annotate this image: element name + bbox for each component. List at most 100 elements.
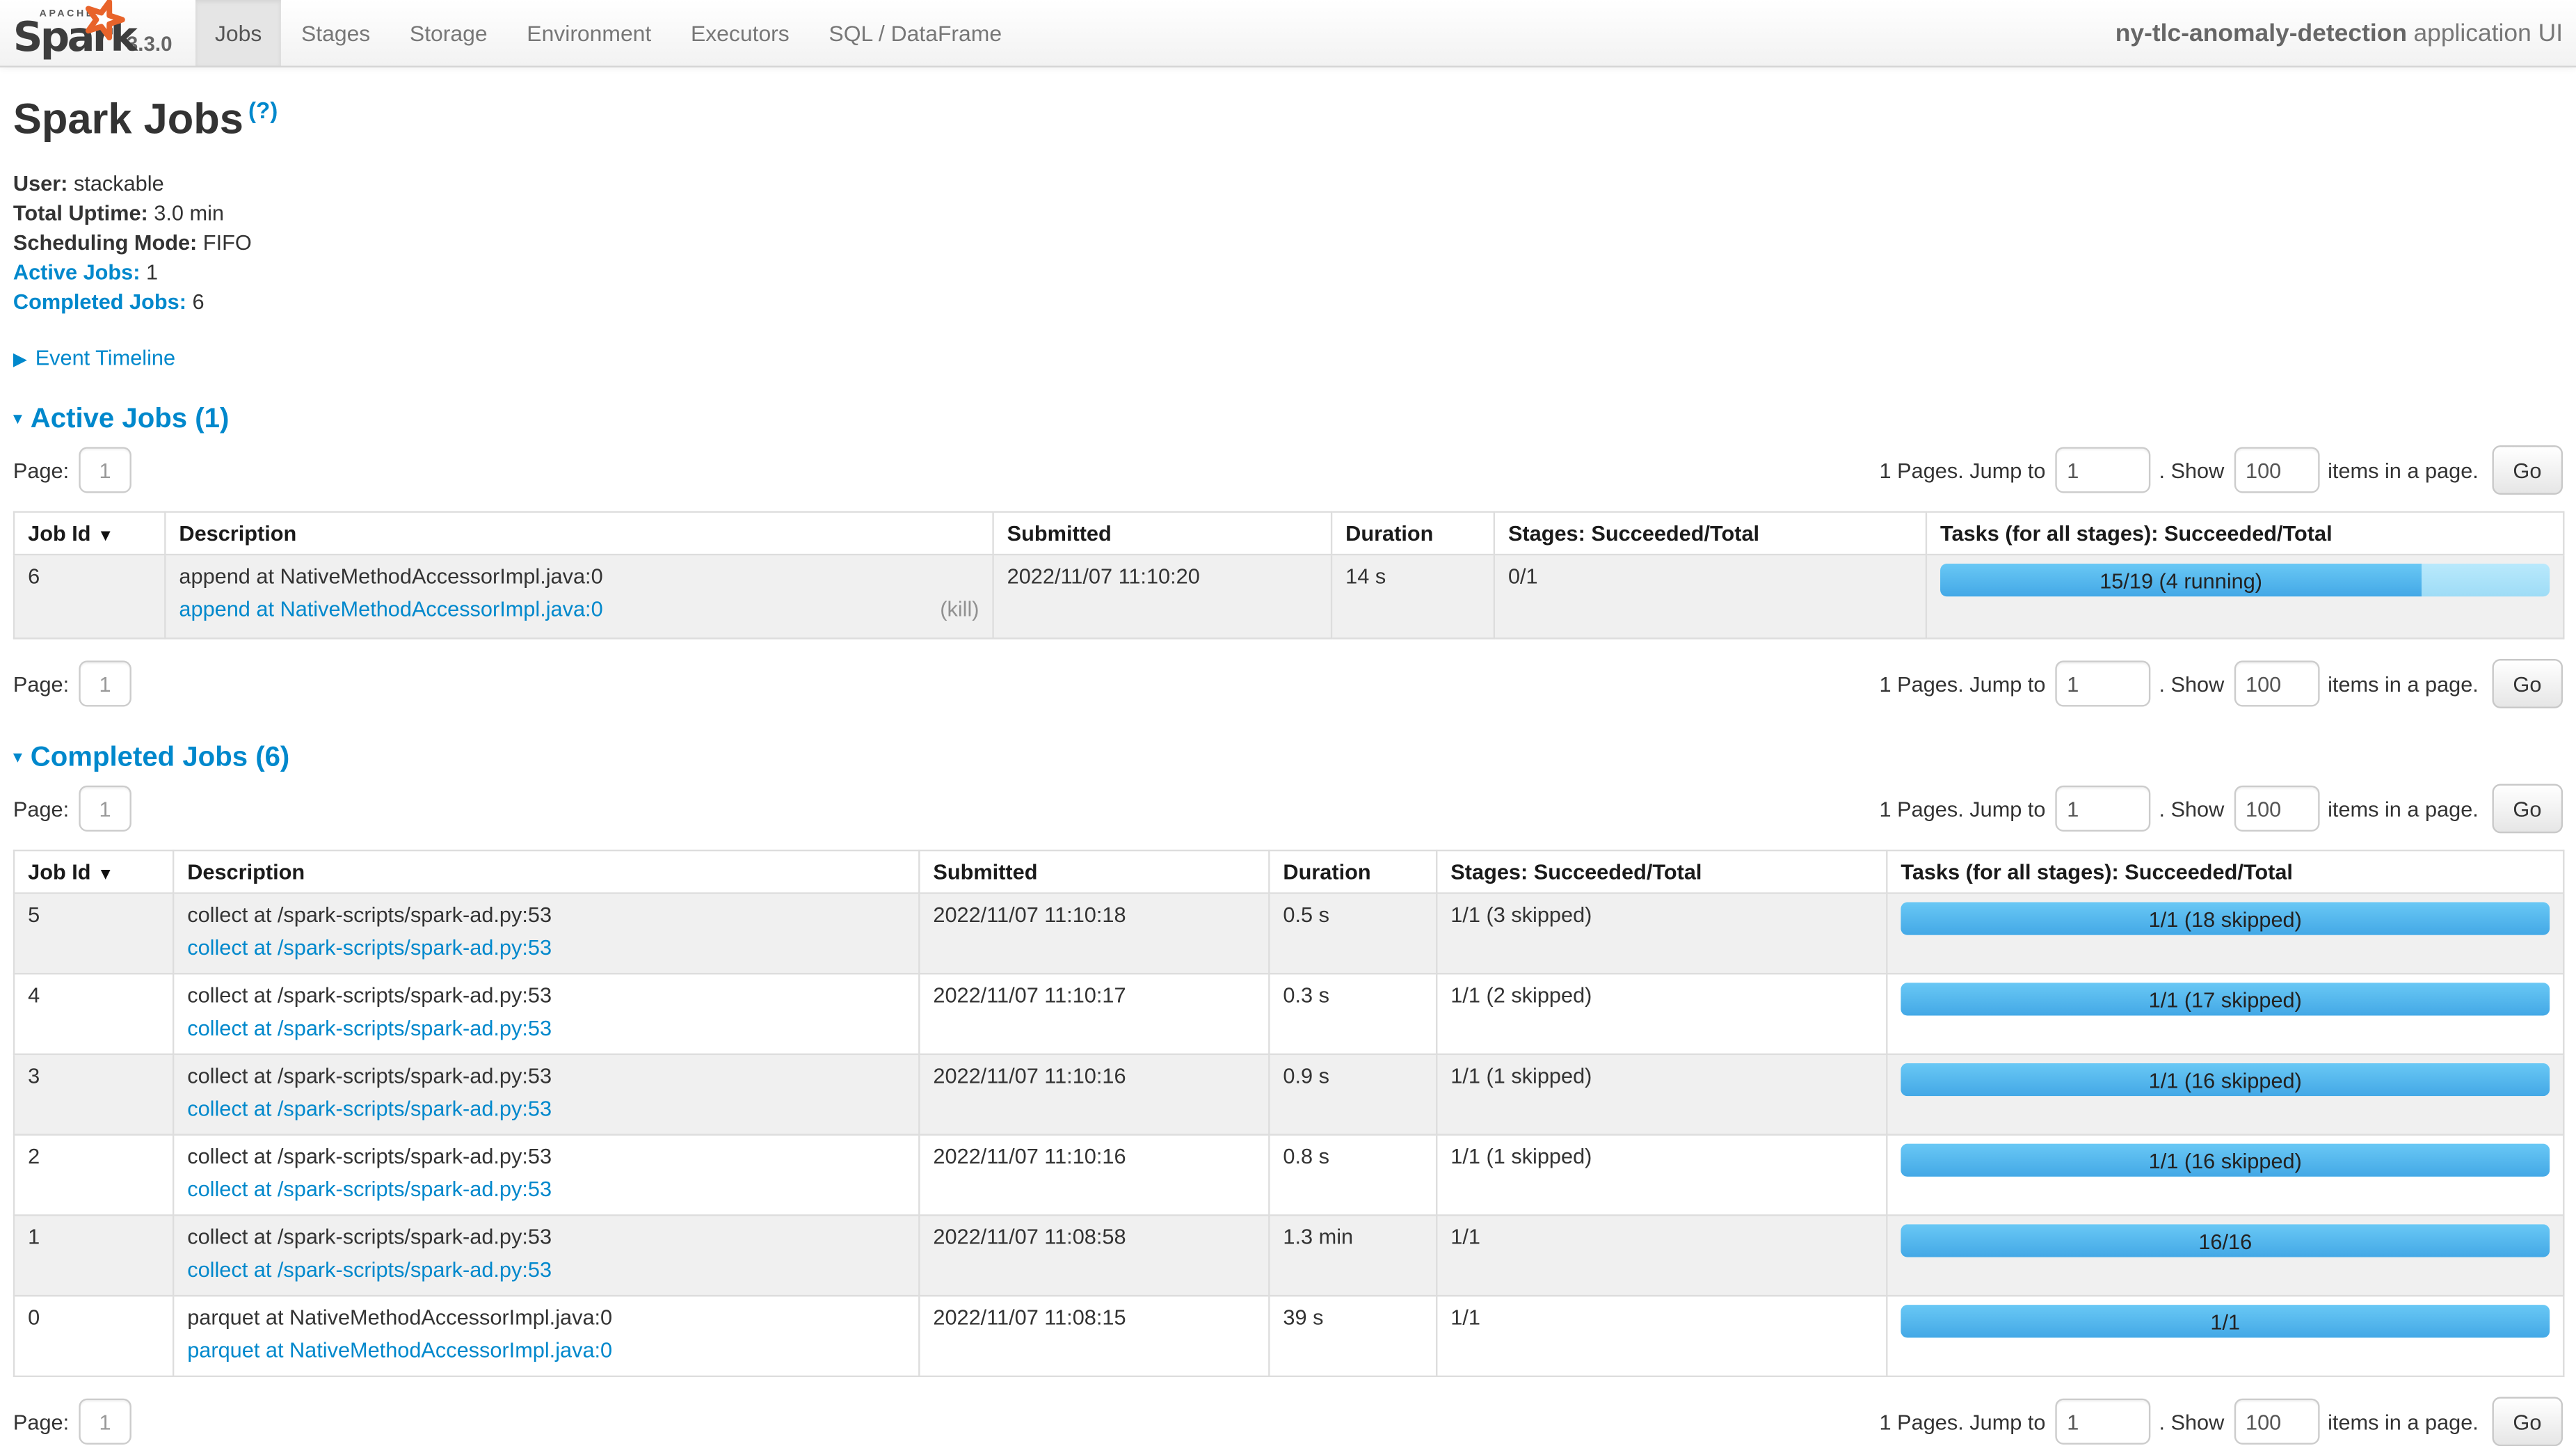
pagination-completed-bottom: Page: 1 Pages. Jump to. Showitems in a pa… (13, 1397, 2563, 1446)
page-number-input[interactable] (79, 786, 131, 832)
show-items-input[interactable] (2234, 1399, 2319, 1445)
tab-jobs[interactable]: Jobs (195, 0, 282, 65)
job-row: 4 collect at /spark-scripts/spark-ad.py:5… (14, 974, 2563, 1054)
tasks-progress-bar: 1/1 (18 skipped) (1901, 903, 2550, 935)
summary-value: 6 (186, 288, 205, 312)
items-in-page-text: items in a page. (2328, 796, 2479, 820)
collapse-down-icon: ▾ (13, 748, 22, 768)
job-description-text: collect at /spark-scripts/spark-ad.py:53 (187, 1144, 905, 1168)
summary-label: User: (13, 170, 68, 194)
show-items-input[interactable] (2234, 786, 2319, 832)
column-header-stages[interactable]: Stages: Succeeded/Total (1437, 850, 1887, 893)
stages-cell: 1/1 (1 skipped) (1437, 1135, 1887, 1216)
job-description-text: append at NativeMethodAccessorImpl.java:… (179, 564, 979, 588)
column-header-job-id[interactable]: Job Id▼ (14, 850, 173, 893)
duration-cell: 0.8 s (1269, 1135, 1437, 1216)
pagination-completed-top: Page:1 Pages. Jump to. Showitems in a pa… (13, 784, 2563, 833)
tab-executors[interactable]: Executors (671, 0, 809, 65)
show-text: . Show (2159, 1409, 2224, 1433)
tab-environment[interactable]: Environment (507, 0, 671, 65)
duration-cell: 0.9 s (1269, 1054, 1437, 1135)
column-header-duration[interactable]: Duration (1331, 512, 1494, 555)
page-control: Page: (13, 660, 131, 706)
column-header-stages[interactable]: Stages: Succeeded/Total (1494, 512, 1926, 555)
job-detail-link[interactable]: collect at /spark-scripts/spark-ad.py:53 (187, 935, 552, 960)
stages-cell: 1/1 (1 skipped) (1437, 1054, 1887, 1135)
tasks-progress-cell: 15/19 (4 running) (1926, 555, 2563, 638)
kill-job-link[interactable]: (kill) (940, 596, 979, 621)
tasks-progress-fill: 1/1 (17 skipped) (1901, 983, 2550, 1015)
jump-to-input[interactable] (2056, 447, 2151, 493)
pages-count-text: 1 Pages. Jump to (1880, 796, 2046, 820)
duration-cell: 14 s (1331, 555, 1494, 638)
job-id-cell: 6 (14, 555, 165, 638)
job-detail-link[interactable]: collect at /spark-scripts/spark-ad.py:53 (187, 1096, 552, 1120)
column-header-submitted[interactable]: Submitted (919, 850, 1269, 893)
column-header-job-id[interactable]: Job Id▼ (14, 512, 165, 555)
job-id-cell: 2 (14, 1135, 173, 1216)
job-id-cell: 4 (14, 974, 173, 1054)
show-items-input[interactable] (2234, 447, 2319, 493)
tasks-progress-label: 1/1 (17 skipped) (2149, 987, 2302, 1011)
summary-label-link[interactable]: Completed Jobs: (13, 288, 186, 312)
tab-stages[interactable]: Stages (282, 0, 390, 65)
job-row: 5collect at /spark-scripts/spark-ad.py:5… (14, 893, 2563, 974)
job-detail-link[interactable]: append at NativeMethodAccessorImpl.java:… (179, 596, 602, 621)
submitted-cell: 2022/11/07 11:10:18 (919, 893, 1269, 974)
go-button[interactable]: Go (2492, 784, 2563, 833)
show-text: . Show (2159, 672, 2224, 696)
job-row: 2 collect at /spark-scripts/spark-ad.py:5… (14, 1135, 2563, 1216)
job-description-cell: append at NativeMethodAccessorImpl.java:… (165, 555, 993, 638)
tasks-progress-label: 16/16 (2198, 1228, 2252, 1253)
column-header-submitted[interactable]: Submitted (993, 512, 1331, 555)
page-jump-control: 1 Pages. Jump to. Showitems in a page.Go (1871, 784, 2563, 833)
summary-value: stackable (67, 170, 163, 194)
column-header-description[interactable]: Description (173, 850, 919, 893)
items-in-page-text: items in a page. (2328, 672, 2479, 696)
show-items-input[interactable] (2234, 660, 2319, 706)
pages-count-text: 1 Pages. Jump to (1880, 672, 2046, 696)
tab-storage[interactable]: Storage (390, 0, 507, 65)
job-row: 1collect at /spark-scripts/spark-ad.py:5… (14, 1215, 2563, 1296)
tab-sql-dataframe[interactable]: SQL / DataFrame (809, 0, 1021, 65)
go-button[interactable]: Go (2492, 1397, 2563, 1446)
job-row: 3collect at /spark-scripts/spark-ad.py:5… (14, 1054, 2563, 1135)
jump-to-input[interactable] (2056, 1399, 2151, 1445)
event-timeline-toggle[interactable]: ▶Event Timeline (13, 345, 2563, 370)
go-button[interactable]: Go (2492, 659, 2563, 708)
spark-ui-page: APACHE Spark 3.3.0 JobsStagesStorageEnvi… (0, 0, 2576, 1349)
page-number-input[interactable] (79, 447, 131, 493)
jump-to-input[interactable] (2056, 660, 2151, 706)
job-description-text: collect at /spark-scripts/spark-ad.py:53 (187, 1224, 905, 1248)
column-header-tasks-for-all-stages[interactable]: Tasks (for all stages): Succeeded/Total (1926, 512, 2563, 555)
tasks-progress-fill: 1/1 (18 skipped) (1901, 903, 2550, 935)
page-jump-control: 1 Pages. Jump to. Showitems in a page.Go (1871, 1397, 2563, 1446)
column-header-tasks-for-all-stages[interactable]: Tasks (for all stages): Succeeded/Total (1887, 850, 2563, 893)
page-number-input[interactable] (79, 660, 131, 706)
main-content: Spark Jobs(?) User: stackableTotal Uptim… (0, 94, 2576, 1446)
nav-tabs: JobsStagesStorageEnvironmentExecutorsSQL… (195, 0, 1022, 65)
job-detail-link[interactable]: collect at /spark-scripts/spark-ad.py:53 (187, 1015, 552, 1040)
submitted-cell: 2022/11/07 11:10:16 (919, 1135, 1269, 1216)
page-number-input[interactable] (79, 1399, 131, 1445)
job-detail-link[interactable]: collect at /spark-scripts/spark-ad.py:53 (187, 1177, 552, 1201)
event-timeline-label: Event Timeline (35, 345, 175, 370)
job-id-cell: 0 (14, 1296, 173, 1376)
tasks-progress-cell: 1/1 (16 skipped) (1887, 1135, 2563, 1216)
active-jobs-heading[interactable]: ▾Active Jobs (1) (13, 403, 2563, 436)
column-header-description[interactable]: Description (165, 512, 993, 555)
jump-to-input[interactable] (2056, 786, 2151, 832)
job-row: 0 parquet at NativeMethodAccessorImpl.jav… (14, 1296, 2563, 1376)
summary-label-link[interactable]: Active Jobs: (13, 259, 141, 283)
column-header-duration[interactable]: Duration (1269, 850, 1437, 893)
tasks-progress-fill: 1/1 (1901, 1305, 2550, 1337)
go-button[interactable]: Go (2492, 445, 2563, 495)
completed-jobs-heading[interactable]: ▾Completed Jobs (6) (13, 741, 2563, 774)
spark-logo[interactable]: APACHE Spark 3.3.0 (0, 0, 179, 65)
job-detail-link[interactable]: collect at /spark-scripts/spark-ad.py:53 (187, 1257, 552, 1282)
tasks-progress-label: 1/1 (16 skipped) (2149, 1067, 2302, 1092)
job-detail-link[interactable]: parquet at NativeMethodAccessorImpl.java… (187, 1337, 612, 1362)
page-control: Page: (13, 1399, 131, 1445)
job-description-detail-row: append at NativeMethodAccessorImpl.java:… (179, 596, 979, 621)
help-link[interactable]: (?) (248, 97, 278, 123)
